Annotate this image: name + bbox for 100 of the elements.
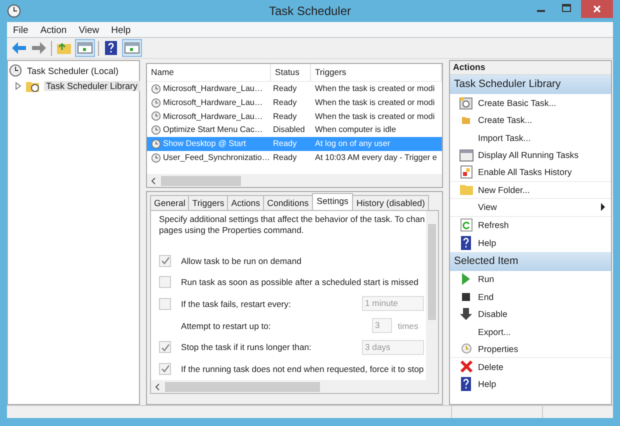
checkbox[interactable] — [159, 254, 171, 267]
option-label: If the task fails, restart every: — [181, 298, 292, 309]
tab[interactable]: Triggers — [188, 195, 228, 210]
task-trigger: When the task is created or modi — [314, 110, 436, 123]
folder-up-icon[interactable] — [56, 41, 72, 55]
pane-command[interactable]: Disable — [450, 306, 611, 323]
option-label: If the running task does not end when requested, force it to stop — [181, 364, 424, 374]
task-row[interactable]: Microsoft_Hardware_Lau… Ready When the task is created or modi — [147, 82, 442, 96]
clock-icon — [7, 4, 21, 18]
column-header[interactable]: Status — [271, 64, 311, 81]
calendar-icon — [459, 96, 473, 110]
tab[interactable]: Settings — [312, 193, 354, 210]
help-icon — [460, 377, 472, 392]
menu-item[interactable]: Action — [40, 25, 67, 36]
clock-icon — [151, 111, 161, 122]
clock-icon — [151, 139, 161, 150]
task-status: Disabled — [272, 124, 306, 136]
option-label: Run task as soon as possible after a scheduled start is missed — [181, 277, 420, 288]
section-header[interactable]: Task Scheduler Library — [450, 75, 611, 94]
task-name: Microsoft_Hardware_Lau… — [163, 110, 263, 123]
panel-icon[interactable] — [76, 40, 94, 56]
task-row[interactable]: Optimize Start Menu Cac… Disabled When computer is idle — [147, 123, 442, 138]
task-row[interactable]: User_Feed_Synchronizatio… Ready At 10:03 AM every day - Trigger e — [147, 150, 442, 165]
tree-item[interactable]: Task Scheduler (Local) — [25, 66, 121, 76]
description-text: pages using the Properties command. — [159, 225, 305, 236]
horizontal-scrollbar[interactable] — [151, 380, 438, 393]
task-name: Microsoft_Hardware_Lau… — [163, 83, 263, 95]
clock-icon — [9, 64, 22, 77]
help-icon[interactable] — [103, 40, 119, 56]
option-label: Stop the task if it runs longer than: — [181, 342, 312, 352]
task-name: User_Feed_Synchronizatio… — [163, 152, 270, 164]
pane-command[interactable]: Create Task... — [450, 112, 611, 129]
task-name: Microsoft_Hardware_Lau… — [163, 96, 263, 109]
pane-command[interactable]: Enable All Tasks History — [450, 164, 611, 182]
close-icon[interactable] — [581, 0, 613, 18]
task-status: Ready — [272, 110, 298, 123]
panel-icon[interactable] — [123, 40, 141, 56]
clock-icon — [460, 343, 472, 354]
submenu-arrow-icon — [600, 203, 606, 212]
window-title: Task Scheduler — [268, 4, 352, 18]
back-arrow-icon[interactable] — [11, 41, 27, 55]
checkbox[interactable] — [159, 276, 171, 288]
pane-command[interactable]: Create Basic Task... — [450, 94, 611, 112]
column-header[interactable]: Triggers — [311, 64, 442, 81]
checkbox[interactable] — [159, 362, 171, 375]
option-label: Attempt to restart up to: — [181, 320, 272, 331]
checkbox[interactable] — [159, 341, 171, 354]
play-icon — [461, 273, 471, 286]
vertical-scrollbar[interactable] — [426, 211, 438, 380]
task-status: Ready — [272, 152, 298, 164]
pane-command[interactable]: Run — [450, 270, 611, 288]
folder-icon — [458, 183, 474, 196]
task-row[interactable]: Microsoft_Hardware_Lau… Ready When the task is created or modi — [147, 110, 442, 124]
tab[interactable]: General — [150, 195, 190, 210]
task-trigger: At 10:03 AM every day - Trigger e — [314, 152, 438, 164]
pane-command[interactable]: Refresh — [450, 216, 611, 234]
column-header[interactable]: Name — [147, 64, 271, 81]
expand-arrow-icon[interactable] — [15, 82, 22, 90]
pane-command[interactable]: Delete — [450, 358, 611, 376]
pane-command[interactable]: View — [450, 199, 611, 216]
actions-header: Actions — [450, 61, 611, 75]
pane-command[interactable]: Help — [450, 234, 611, 252]
clock-icon — [151, 98, 161, 108]
pane-command[interactable]: Help — [450, 376, 611, 393]
menu-item[interactable]: View — [78, 25, 100, 36]
section-header[interactable]: Selected Item — [450, 252, 611, 270]
menu-item[interactable]: Help — [111, 25, 131, 36]
refresh-icon — [460, 218, 472, 232]
pane-command[interactable]: New Folder... — [450, 182, 611, 199]
task-status: Ready — [272, 96, 298, 109]
down-arrow-icon — [460, 308, 472, 320]
clock-icon — [151, 84, 161, 94]
pane-command[interactable]: Properties — [450, 340, 611, 358]
task-status: Ready — [272, 83, 298, 95]
forward-arrow-icon[interactable] — [31, 41, 47, 55]
list-icon — [460, 165, 472, 180]
horizontal-scrollbar[interactable] — [147, 174, 442, 187]
option-label: Allow task to be run on demand — [181, 256, 302, 266]
window-icon — [458, 148, 474, 162]
folder-icon — [460, 114, 472, 126]
help-icon — [460, 236, 472, 250]
tree-item[interactable]: Task Scheduler Library — [44, 80, 140, 90]
clock-icon — [151, 152, 161, 163]
task-trigger: When the task is created or modi — [314, 96, 436, 109]
task-trigger: When the task is created or modi — [314, 83, 436, 95]
menu-item[interactable]: File — [13, 25, 28, 36]
unit-label: times — [396, 320, 420, 331]
pane-command[interactable]: End — [450, 288, 611, 306]
task-status: Ready — [272, 138, 298, 150]
delete-icon — [460, 360, 472, 374]
pane-command[interactable]: Import Task... — [450, 129, 611, 146]
tab[interactable]: History (disabled) — [352, 195, 429, 210]
description-text: Specify additional settings that affect the behavior of the task. To chan — [159, 214, 424, 225]
task-trigger: When computer is idle — [314, 124, 397, 136]
pane-command[interactable]: Export... — [450, 323, 611, 340]
task-row[interactable]: Microsoft_Hardware_Lau… Ready When the task is created or modi — [147, 96, 442, 110]
task-name: Optimize Start Menu Cac… — [163, 124, 263, 136]
checkbox[interactable] — [159, 298, 171, 310]
pane-command[interactable]: Display All Running Tasks — [450, 146, 611, 164]
clock-icon — [151, 125, 161, 136]
